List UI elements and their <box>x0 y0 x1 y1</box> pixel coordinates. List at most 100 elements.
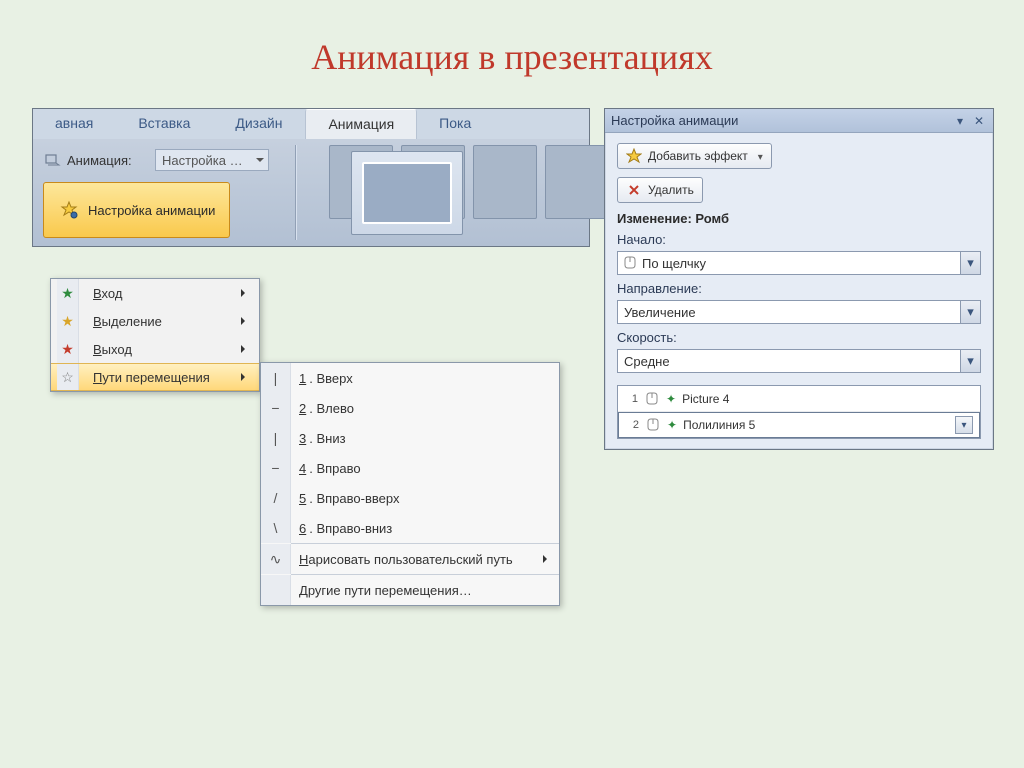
custom-animation-icon <box>58 199 80 221</box>
menu-item-emphasis[interactable]: ★ Выделение <box>51 307 259 335</box>
submenu-label: Вниз <box>316 431 345 446</box>
submenu-label: Влево <box>316 401 353 416</box>
add-effect-button[interactable]: Добавить эффект <box>617 143 772 169</box>
custom-path-icon: ∿ <box>261 544 291 574</box>
star-icon: ★ <box>57 335 79 363</box>
ribbon-tab-animation[interactable]: Анимация <box>305 109 417 139</box>
submenu-accel: 2 <box>299 401 306 416</box>
submenu-arrow-icon <box>241 345 249 353</box>
ribbon-separator <box>295 145 296 240</box>
transition-thumb[interactable] <box>545 145 609 219</box>
remove-effect-button[interactable]: Удалить <box>617 177 703 203</box>
animation-icon <box>45 152 61 168</box>
submenu-label: Вправо <box>316 461 360 476</box>
submenu-item-left[interactable]: − 2. Влево <box>261 393 559 423</box>
ribbon-tabs: авная Вставка Дизайн Анимация Пока <box>33 109 589 139</box>
star-icon: ★ <box>57 279 79 307</box>
start-select[interactable]: По щелчку ▾ <box>617 251 981 275</box>
menu-item-entrance[interactable]: ★ Вход <box>51 279 259 307</box>
path-icon: − <box>261 393 291 423</box>
submenu-item-down[interactable]: | 3. Вниз <box>261 423 559 453</box>
submenu-arrow-icon <box>241 317 249 325</box>
path-icon: | <box>261 423 291 453</box>
submenu-accel: 3 <box>299 431 306 446</box>
custom-animation-label: Настройка анимации <box>88 203 215 218</box>
menu-label: Выход <box>89 342 231 357</box>
list-item-dropdown[interactable]: ▾ <box>955 416 973 434</box>
motion-paths-submenu: | 1. Вверх − 2. Влево | 3. Вниз − 4. Впр… <box>260 362 560 606</box>
start-label: Начало: <box>617 232 981 247</box>
direction-value: Увеличение <box>624 305 696 320</box>
list-order: 2 <box>625 419 639 431</box>
ribbon-body: Анимация: Настройка … Настройка анимации <box>33 139 589 246</box>
speed-value: Средне <box>624 354 670 369</box>
remove-label: Удалить <box>648 183 694 197</box>
add-effect-label: Добавить эффект <box>648 149 748 163</box>
select-arrow-icon: ▾ <box>960 252 980 274</box>
animation-label: Анимация: <box>67 153 132 168</box>
ribbon-tab-slideshow[interactable]: Пока <box>417 109 494 139</box>
submenu-item-up[interactable]: | 1. Вверх <box>261 363 559 393</box>
speed-select[interactable]: Средне ▾ <box>617 349 981 373</box>
mouse-click-icon <box>645 417 661 433</box>
select-arrow-icon: ▾ <box>960 350 980 372</box>
dropdown-arrow-icon <box>754 149 763 163</box>
submenu-label: Нарисовать пользовательский путь <box>299 552 513 567</box>
taskpane-title: Настройка анимации <box>611 113 949 128</box>
slide-title: Анимация в презентациях <box>0 0 1024 96</box>
remove-icon <box>626 182 642 198</box>
submenu-item-draw-custom-path[interactable]: ∿ Нарисовать пользовательский путь <box>261 544 559 574</box>
start-value: По щелчку <box>642 256 706 271</box>
star-icon: ✦ <box>667 418 677 432</box>
direction-select[interactable]: Увеличение ▾ <box>617 300 981 324</box>
menu-label: Вход <box>89 286 231 301</box>
menu-item-motion-paths[interactable]: ☆ Пути перемещения <box>51 363 259 391</box>
menu-item-exit[interactable]: ★ Выход <box>51 335 259 363</box>
ribbon: авная Вставка Дизайн Анимация Пока Анима… <box>32 108 590 247</box>
animation-list-item[interactable]: 1 ✦ Picture 4 <box>618 386 980 412</box>
animation-list-item[interactable]: 2 ✦ Полилиния 5 ▾ <box>618 412 980 438</box>
submenu-arrow-icon <box>543 555 551 563</box>
path-icon: − <box>261 453 291 483</box>
menu-label: Выделение <box>89 314 231 329</box>
taskpane-close-button[interactable]: ✕ <box>971 113 987 129</box>
path-icon: \ <box>261 513 291 543</box>
custom-animation-button[interactable]: Настройка анимации <box>43 182 230 238</box>
submenu-label: Другие пути перемещения… <box>299 583 472 598</box>
transition-thumb-front[interactable] <box>351 151 463 235</box>
submenu-accel: 5 <box>299 491 306 506</box>
section-change-label: Изменение: Ромб <box>617 211 981 226</box>
taskpane-menu-button[interactable]: ▾ <box>952 113 968 129</box>
taskpane-header: Настройка анимации ▾ ✕ <box>605 109 993 133</box>
submenu-item-more-paths[interactable]: Другие пути перемещения… <box>261 575 559 605</box>
submenu-arrow-icon <box>241 289 249 297</box>
animation-dropdown[interactable]: Настройка … <box>155 149 269 171</box>
ribbon-tab-insert[interactable]: Вставка <box>116 109 213 139</box>
submenu-item-down-right[interactable]: \ 6. Вправо-вниз <box>261 513 559 543</box>
animation-list: 1 ✦ Picture 4 2 ✦ Полилиния 5 ▾ <box>617 385 981 439</box>
effect-category-menu: ★ Вход ★ Выделение ★ Выход ☆ Пути переме… <box>50 278 260 392</box>
submenu-arrow-icon <box>241 373 249 381</box>
submenu-item-up-right[interactable]: / 5. Вправо-вверх <box>261 483 559 513</box>
taskpane-body: Добавить эффект Удалить Изменение: Ромб … <box>605 133 993 449</box>
menu-label: Пути перемещения <box>89 370 231 385</box>
submenu-label: Вправо-вверх <box>316 491 399 506</box>
ribbon-tab-design[interactable]: Дизайн <box>213 109 305 139</box>
transition-thumb[interactable] <box>473 145 537 219</box>
submenu-item-right[interactable]: − 4. Вправо <box>261 453 559 483</box>
star-icon: ☆ <box>57 364 79 390</box>
mouse-click-icon <box>624 256 638 270</box>
submenu-accel: 6 <box>299 521 306 536</box>
speed-label: Скорость: <box>617 330 981 345</box>
path-icon: / <box>261 483 291 513</box>
direction-label: Направление: <box>617 281 981 296</box>
ribbon-tab-home[interactable]: авная <box>33 109 116 139</box>
select-arrow-icon: ▾ <box>960 301 980 323</box>
mouse-click-icon <box>644 391 660 407</box>
submenu-accel: 4 <box>299 461 306 476</box>
list-item-name: Полилиния 5 <box>683 418 755 432</box>
list-order: 1 <box>624 393 638 405</box>
add-effect-icon <box>626 148 642 164</box>
submenu-accel: 1 <box>299 371 306 386</box>
star-icon: ★ <box>57 307 79 335</box>
